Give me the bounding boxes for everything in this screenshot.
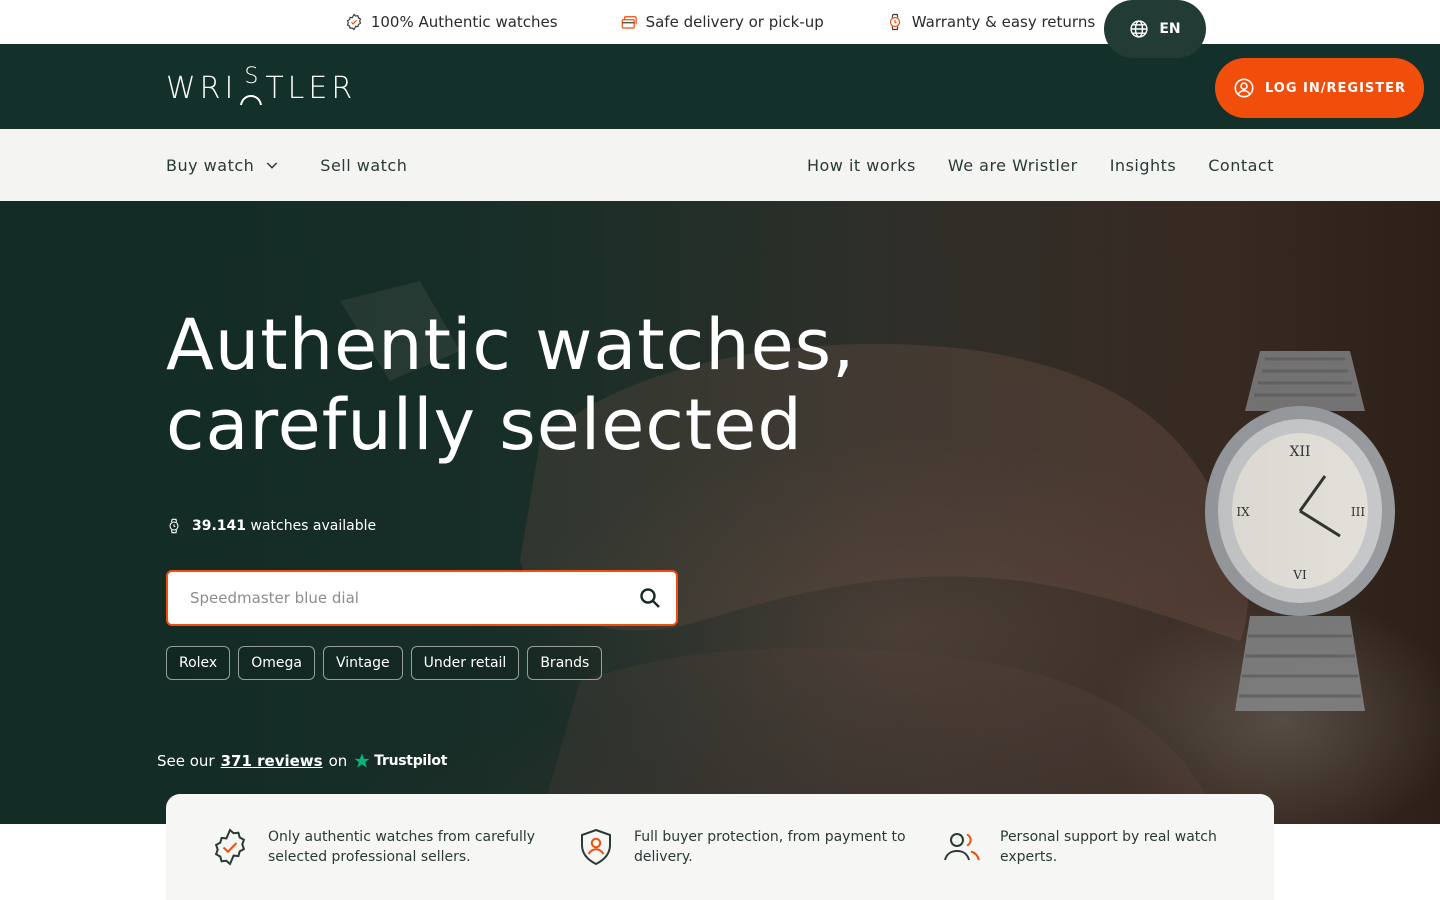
search-box [166, 570, 678, 626]
nav-label: Contact [1208, 155, 1274, 175]
badge-check-icon [346, 13, 362, 31]
feature-text: Full buyer protection, from payment to d… [634, 829, 906, 865]
feature-text: Personal support by real watch experts. [1000, 829, 1217, 865]
trustpilot-reviews: See our 371 reviews on Trustpilot [157, 752, 447, 770]
logo-text-right: TLER [265, 70, 357, 106]
hero-title: Authentic watches, carefully selected [166, 305, 855, 465]
chip-under-retail[interactable]: Under retail [410, 646, 520, 680]
language-label: EN [1159, 21, 1181, 37]
reviews-on: on [328, 752, 348, 770]
feature-authentic: Only authentic watches from carefully se… [210, 827, 576, 867]
nav-insights[interactable]: Insights [1110, 156, 1177, 175]
logo-text-left: WRI [166, 70, 238, 106]
nav-label: We are Wristler [947, 155, 1078, 175]
delivery-box-icon [621, 16, 637, 29]
trustpilot-logo[interactable]: Trustpilot [353, 752, 447, 770]
logo-s-mark: S [239, 64, 263, 108]
nav-buy-watch[interactable]: Buy watch [166, 156, 280, 175]
feature-buyer-protection: Full buyer protection, from payment to d… [576, 827, 942, 867]
shield-user-icon [581, 828, 611, 866]
login-label: LOG IN/REGISTER [1264, 80, 1407, 96]
wristler-logo[interactable]: WRI S TLER [166, 64, 357, 108]
main-nav: Buy watch Sell watch How it works We are… [0, 129, 1440, 201]
nav-label: Buy watch [166, 155, 255, 175]
search-icon[interactable] [638, 586, 662, 610]
nav-contact[interactable]: Contact [1208, 156, 1274, 175]
chip-brands[interactable]: Brands [527, 646, 603, 680]
usp-item-delivery: Safe delivery or pick-up [620, 13, 824, 31]
usp-item-warranty: Warranty & easy returns [886, 13, 1095, 31]
language-button[interactable]: EN [1104, 0, 1206, 58]
chip-rolex[interactable]: Rolex [166, 646, 231, 680]
hero-title-line-2: carefully selected [166, 384, 803, 466]
nav-label: Insights [1109, 155, 1177, 175]
login-register-button[interactable]: LOG IN/REGISTER [1215, 58, 1424, 118]
nav-we-are-wristler[interactable]: We are Wristler [948, 156, 1078, 175]
trustpilot-star-icon [354, 753, 370, 768]
watches-available: 39.141 watches available [166, 517, 376, 535]
nav-how-it-works[interactable]: How it works [807, 156, 916, 175]
watches-available-label: watches available [250, 518, 377, 534]
chip-omega[interactable]: Omega [238, 646, 315, 680]
usp-item-authentic: 100% Authentic watches [345, 13, 558, 31]
logo-s-letter: S [244, 64, 259, 89]
globe-icon [1130, 20, 1148, 38]
watch-icon [169, 518, 179, 534]
reviews-prefix: See our [157, 752, 215, 770]
site-header: WRI S TLER EN LOG IN/REGISTER [0, 0, 1440, 129]
nav-label: How it works [806, 155, 916, 175]
nav-sell-watch[interactable]: Sell watch [320, 156, 407, 175]
trustpilot-label: Trustpilot [374, 753, 448, 769]
usp-label: Warranty & easy returns [911, 13, 1096, 31]
watch-icon [889, 13, 900, 31]
nav-right: How it works We are Wristler Insights Co… [807, 129, 1274, 201]
usp-bar: 100% Authentic watches Safe delivery or … [0, 0, 1440, 44]
usp-label: Safe delivery or pick-up [645, 13, 824, 31]
hero-section: XII III VI IX Authentic watches, careful… [0, 201, 1440, 824]
authentic-badge-icon [214, 828, 246, 866]
hero-overlay [0, 201, 1440, 824]
chevron-down-icon [267, 162, 278, 169]
nav-left: Buy watch Sell watch [166, 129, 407, 201]
quick-filter-chips: Rolex Omega Vintage Under retail Brands [166, 646, 603, 680]
features-card: Only authentic watches from carefully se… [166, 794, 1274, 900]
people-support-icon [944, 833, 980, 861]
search-input[interactable] [190, 589, 638, 607]
nav-label: Sell watch [320, 155, 408, 175]
chip-vintage[interactable]: Vintage [322, 646, 403, 680]
hero-title-line-1: Authentic watches, [166, 304, 856, 386]
user-circle-icon [1234, 78, 1254, 98]
feature-personal-support: Personal support by real watch experts. [942, 827, 1244, 867]
feature-text: Only authentic watches from carefully se… [268, 829, 536, 865]
usp-label: 100% Authentic watches [370, 13, 558, 31]
reviews-link[interactable]: 371 reviews [221, 752, 323, 770]
watches-count: 39.141 [192, 518, 247, 534]
